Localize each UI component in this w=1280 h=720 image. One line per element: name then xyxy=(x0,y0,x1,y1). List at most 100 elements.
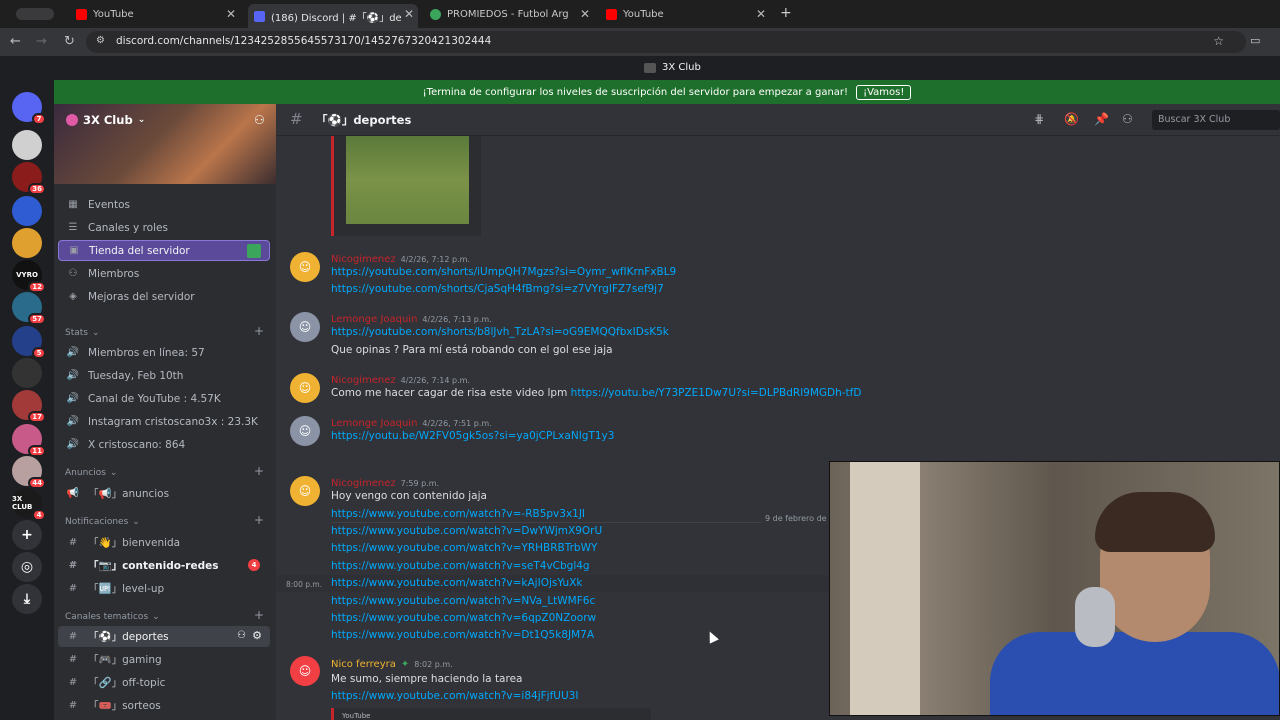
stat-channel[interactable]: 🔊 X cristoscano: 864 xyxy=(58,434,270,455)
message-link[interactable]: https://youtube.com/shorts/b8lJvh_TzLA?s… xyxy=(331,326,669,338)
avatar[interactable]: ☺ xyxy=(290,312,320,342)
tab-discord[interactable]: (186) Discord | #「⚽」depo ✕ xyxy=(248,4,418,28)
channel-sorteos[interactable]: # 「🎟️」sorteos xyxy=(58,695,270,716)
channel-anuncios[interactable]: 📢 「📢」anuncios xyxy=(58,483,270,504)
stat-channel[interactable]: 🔊 Miembros en línea: 57 xyxy=(58,342,270,363)
message-link[interactable]: https://www.youtube.com/watch?v=YRHBRBTr… xyxy=(331,542,597,554)
message-link[interactable]: https://youtu.be/W2FV05gk5os?si=ya0jCPLx… xyxy=(331,430,614,442)
invite-icon[interactable]: ⚇ xyxy=(254,113,265,127)
tab-youtube-1[interactable]: YouTube ✕ xyxy=(70,4,240,24)
server-icon[interactable]: 36 xyxy=(12,162,46,195)
category-stats[interactable]: Stats ⌄ xyxy=(65,328,100,338)
pin-icon[interactable]: 📌 xyxy=(1094,112,1109,126)
tab-promiedos[interactable]: PROMIEDOS - Futbol Argentin ✕ xyxy=(424,4,594,24)
banner-button[interactable]: ¡Vamos! xyxy=(856,84,912,100)
category-tematicos[interactable]: Canales tematicos ⌄ xyxy=(65,612,160,622)
close-tab-icon[interactable]: ✕ xyxy=(756,7,766,21)
message-link[interactable]: https://www.youtube.com/watch?v=NVa_LtWM… xyxy=(331,595,595,607)
username[interactable]: Lemonge Joaquin xyxy=(331,314,417,325)
message-link[interactable]: https://www.youtube.com/watch?v=Dt1Q5k8J… xyxy=(331,629,594,641)
new-tab-button[interactable]: + xyxy=(780,5,792,21)
server-name-dropdown[interactable]: 3X Club ⌄ xyxy=(66,113,145,127)
channel-deportes[interactable]: # 「⚽」deportes ⚇ ⚙ xyxy=(58,626,270,647)
server-icon[interactable]: 3X CLUB 4 xyxy=(12,488,46,521)
message-link[interactable]: https://www.youtube.com/watch?v=6qpZ0NZo… xyxy=(331,612,596,624)
category-anuncios[interactable]: Anuncios ⌄ xyxy=(65,468,117,478)
username[interactable]: Nicogimenez xyxy=(331,478,396,489)
forward-icon[interactable]: → xyxy=(36,34,47,49)
add-channel-icon[interactable]: + xyxy=(254,324,264,338)
add-channel-icon[interactable]: + xyxy=(254,464,264,478)
close-tab-icon[interactable]: ✕ xyxy=(226,7,236,21)
reload-icon[interactable]: ↻ xyxy=(64,34,75,49)
stat-channel[interactable]: 🔊 Canal de YouTube : 4.57K xyxy=(58,388,270,409)
username[interactable]: Nico ferreyra xyxy=(331,659,396,670)
server-banner[interactable]: 3X Club ⌄ ⚇ xyxy=(54,104,276,184)
url-bar[interactable]: ⚙ discord.com/channels/12342528556455731… xyxy=(86,31,1246,53)
message-link[interactable]: https://www.youtube.com/watch?v=seT4vCbg… xyxy=(331,560,590,572)
timestamp: 7:59 p.m. xyxy=(400,479,440,488)
channel-level-up[interactable]: # 「🆙」level-up xyxy=(58,578,270,599)
download-icon[interactable]: ⤓ xyxy=(12,584,42,614)
tab-youtube-2[interactable]: YouTube ✕ xyxy=(600,4,770,24)
search-input[interactable]: Buscar 3X Club xyxy=(1152,110,1280,130)
sidebar-item-miembros[interactable]: ⚇ Miembros xyxy=(58,263,270,284)
close-tab-icon[interactable]: ✕ xyxy=(580,7,590,21)
add-channel-icon[interactable]: + xyxy=(254,513,264,527)
message-link[interactable]: https://youtu.be/Y73PZE1Dw7U?si=DLPBdRl9… xyxy=(571,387,862,399)
member-list-icon[interactable]: ⚇ xyxy=(1122,112,1133,126)
channel-contenido-redes[interactable]: # 「📷」contenido-redes 4 xyxy=(58,555,270,576)
avatar[interactable]: ☺ xyxy=(290,373,320,403)
sidebar-item-tienda[interactable]: ▣ Tienda del servidor xyxy=(58,240,270,261)
message-link[interactable]: https://youtube.com/shorts/CjaSqH4fBmg?s… xyxy=(331,283,664,295)
close-tab-icon[interactable]: ✕ xyxy=(404,7,414,21)
stat-channel[interactable]: 🔊 Instagram cristoscano3x : 23.3K xyxy=(58,411,270,432)
username[interactable]: Lemonge Joaquin xyxy=(331,418,417,429)
channel-off-topic[interactable]: # 「🔗」off-topic xyxy=(58,672,270,693)
video-embed[interactable] xyxy=(331,136,481,236)
server-icon[interactable] xyxy=(12,358,42,388)
message-link[interactable]: https://www.youtube.com/watch?v=i84jFjfU… xyxy=(331,690,578,702)
back-icon[interactable]: ← xyxy=(10,34,21,49)
channel-gaming[interactable]: # 「🎮」gaming xyxy=(58,649,270,670)
server-icon[interactable]: 7 xyxy=(12,92,46,125)
mute-bell-icon[interactable]: 🔕 xyxy=(1064,112,1079,126)
avatar[interactable]: ☺ xyxy=(290,476,320,506)
server-icon[interactable] xyxy=(12,228,42,258)
server-icon[interactable]: 44 xyxy=(12,456,46,489)
sidebar-item-eventos[interactable]: ▦ Eventos xyxy=(58,194,270,215)
invite-icon[interactable]: ⚇ xyxy=(237,630,246,641)
avatar[interactable]: ☺ xyxy=(290,252,320,282)
sidebar-item-canales-roles[interactable]: ☰ Canales y roles xyxy=(58,217,270,238)
message-link[interactable]: https://www.youtube.com/watch?v=-RB5pv3x… xyxy=(331,508,585,520)
threads-icon[interactable]: ⋕ xyxy=(1034,112,1044,126)
add-channel-icon[interactable]: + xyxy=(254,608,264,622)
stat-channel[interactable]: 🔊 Tuesday, Feb 10th xyxy=(58,365,270,386)
message-link[interactable]: https://www.youtube.com/watch?v=DwYWjmX9… xyxy=(331,525,602,537)
youtube-embed[interactable]: YouTube xyxy=(331,708,651,720)
message-link[interactable]: https://youtube.com/shorts/iUmpQH7Mgzs?s… xyxy=(331,266,676,278)
gear-icon[interactable]: ⚙ xyxy=(252,629,262,642)
username[interactable]: Nicogimenez xyxy=(331,254,396,265)
channel-bienvenida[interactable]: # 「👋」bienvenida xyxy=(58,532,270,553)
discover-icon[interactable]: ◎ xyxy=(12,552,42,582)
server-icon[interactable]: 11 xyxy=(12,424,46,457)
username[interactable]: Nicogimenez xyxy=(331,375,396,386)
side-panel-icon[interactable]: ▭ xyxy=(1250,34,1260,47)
add-server-icon[interactable]: + xyxy=(12,520,42,550)
avatar[interactable]: ☺ xyxy=(290,416,320,446)
site-info-icon[interactable]: ⚙ xyxy=(96,35,105,46)
sidebar-item-mejoras[interactable]: ◈ Mejoras del servidor xyxy=(58,286,270,307)
server-icon[interactable]: 57 xyxy=(12,292,46,325)
bookmark-star-icon[interactable]: ☆ xyxy=(1213,34,1224,48)
server-icon[interactable] xyxy=(12,130,42,160)
server-icon[interactable]: VYRO 12 xyxy=(12,260,46,293)
avatar[interactable]: ☺ xyxy=(290,656,320,686)
window-controls[interactable] xyxy=(16,8,54,20)
message-link[interactable]: https://www.youtube.com/watch?v=kAjIOjsY… xyxy=(331,577,582,589)
server-icon[interactable]: 5 xyxy=(12,326,46,359)
server-icon[interactable] xyxy=(12,196,42,226)
server-icon[interactable]: 17 xyxy=(12,390,46,423)
video-thumbnail[interactable] xyxy=(346,136,469,224)
category-notificaciones[interactable]: Notificaciones ⌄ xyxy=(65,517,140,527)
